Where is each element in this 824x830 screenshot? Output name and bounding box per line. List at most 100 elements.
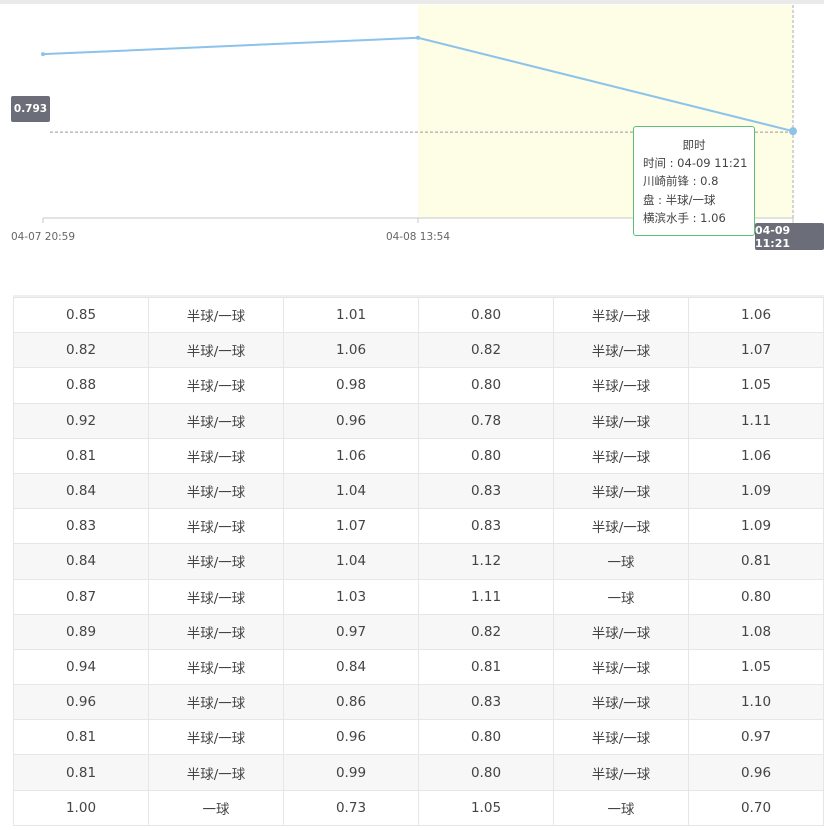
away-odds-cell: 1.04 xyxy=(283,543,419,580)
table-row: 0.94 半球/一球 0.84 0.81 半球/一球 1.05 xyxy=(13,648,824,686)
handicap-2-cell: 半球/一球 xyxy=(553,367,689,404)
handicap-2-cell: 半球/一球 xyxy=(553,472,689,510)
tooltip-title: 即时 xyxy=(682,138,706,152)
home-odds-cell: 0.82 xyxy=(13,332,149,369)
data-point xyxy=(416,35,420,40)
home-odds-2-cell: 0.80 xyxy=(418,437,554,474)
away-odds-cell: 1.06 xyxy=(283,332,419,369)
handicap-2-cell: 一球 xyxy=(553,543,689,580)
tooltip-line-home: 川崎前锋 : 0.8 xyxy=(643,174,719,189)
odds-table: 0.85 半球/一球 1.01 0.80 半球/一球 1.06 0.82 半球/一球 1.06 0… xyxy=(13,296,824,826)
away-odds-2-cell: 1.09 xyxy=(688,472,824,510)
home-odds-cell: 0.94 xyxy=(13,648,149,686)
table-row: 0.87 半球/一球 1.03 1.11 一球 0.80 xyxy=(13,578,824,615)
away-odds-cell: 0.84 xyxy=(283,648,419,686)
away-odds-cell: 0.98 xyxy=(283,367,419,404)
away-odds-cell: 1.06 xyxy=(283,437,419,474)
handicap-cell: 一球 xyxy=(148,789,284,826)
handicap-cell: 半球/一球 xyxy=(148,472,284,510)
home-odds-2-cell: 0.80 xyxy=(418,754,554,791)
home-odds-cell: 0.81 xyxy=(13,437,149,474)
home-odds-cell: 0.81 xyxy=(13,719,149,756)
away-odds-cell: 1.01 xyxy=(283,296,419,334)
away-odds-2-cell: 1.10 xyxy=(688,684,824,721)
table-row: 0.84 半球/一球 1.04 1.12 一球 0.81 xyxy=(13,543,824,580)
handicap-cell: 半球/一球 xyxy=(148,613,284,650)
home-odds-2-cell: 0.80 xyxy=(418,719,554,756)
handicap-2-cell: 半球/一球 xyxy=(553,508,689,545)
crosshair-y-label: 0.793 xyxy=(11,96,50,122)
away-odds-2-cell: 0.80 xyxy=(688,578,824,615)
handicap-2-cell: 一球 xyxy=(553,578,689,615)
home-odds-2-cell: 0.82 xyxy=(418,332,554,369)
home-odds-2-cell: 0.81 xyxy=(418,648,554,686)
away-odds-cell: 0.97 xyxy=(283,613,419,650)
table-row: 1.00 一球 0.73 1.05 一球 0.70 xyxy=(13,789,824,826)
away-odds-2-cell: 1.06 xyxy=(688,296,824,334)
home-odds-cell: 0.87 xyxy=(13,578,149,615)
away-odds-2-cell: 1.08 xyxy=(688,613,824,650)
away-odds-cell: 0.86 xyxy=(283,684,419,721)
handicap-cell: 半球/一球 xyxy=(148,648,284,686)
handicap-cell: 半球/一球 xyxy=(148,332,284,369)
away-odds-2-cell: 1.11 xyxy=(688,402,824,439)
home-odds-cell: 0.88 xyxy=(13,367,149,404)
home-odds-2-cell: 0.83 xyxy=(418,472,554,510)
tooltip-line-handicap: 盘 : 半球/一球 xyxy=(643,192,716,207)
home-odds-cell: 0.84 xyxy=(13,543,149,580)
handicap-2-cell: 半球/一球 xyxy=(553,684,689,721)
home-odds-cell: 0.92 xyxy=(13,402,149,439)
handicap-cell: 半球/一球 xyxy=(148,437,284,474)
home-odds-cell: 0.84 xyxy=(13,472,149,510)
handicap-cell: 半球/一球 xyxy=(148,296,284,334)
handicap-2-cell: 半球/一球 xyxy=(553,437,689,474)
home-odds-cell: 0.83 xyxy=(13,508,149,545)
data-point xyxy=(41,52,45,57)
away-odds-cell: 1.03 xyxy=(283,578,419,615)
handicap-cell: 半球/一球 xyxy=(148,508,284,545)
home-odds-cell: 0.81 xyxy=(13,754,149,791)
away-odds-2-cell: 0.96 xyxy=(688,754,824,791)
x-tick-label: 04-08 13:54 xyxy=(386,231,450,243)
handicap-cell: 半球/一球 xyxy=(148,543,284,580)
handicap-cell: 半球/一球 xyxy=(148,754,284,791)
home-odds-cell: 0.89 xyxy=(13,613,149,650)
away-odds-2-cell: 0.81 xyxy=(688,543,824,580)
away-odds-cell: 0.99 xyxy=(283,754,419,791)
table-row: 0.82 半球/一球 1.06 0.82 半球/一球 1.07 xyxy=(13,332,824,369)
table-row: 0.85 半球/一球 1.01 0.80 半球/一球 1.06 xyxy=(13,296,824,334)
away-odds-2-cell: 1.06 xyxy=(688,437,824,474)
away-odds-2-cell: 0.97 xyxy=(688,719,824,756)
away-odds-cell: 0.96 xyxy=(283,402,419,439)
handicap-cell: 半球/一球 xyxy=(148,578,284,615)
handicap-cell: 半球/一球 xyxy=(148,719,284,756)
home-odds-2-cell: 0.83 xyxy=(418,684,554,721)
home-odds-2-cell: 0.82 xyxy=(418,613,554,650)
away-odds-2-cell: 1.07 xyxy=(688,332,824,369)
data-point xyxy=(789,127,797,136)
home-odds-2-cell: 0.80 xyxy=(418,367,554,404)
away-odds-cell: 0.96 xyxy=(283,719,419,756)
handicap-2-cell: 半球/一球 xyxy=(553,332,689,369)
away-odds-cell: 1.04 xyxy=(283,472,419,510)
handicap-2-cell: 半球/一球 xyxy=(553,613,689,650)
away-odds-cell: 1.07 xyxy=(283,508,419,545)
handicap-2-cell: 半球/一球 xyxy=(553,719,689,756)
table-row: 0.88 半球/一球 0.98 0.80 半球/一球 1.05 xyxy=(13,367,824,404)
table-row: 0.81 半球/一球 1.06 0.80 半球/一球 1.06 xyxy=(13,437,824,474)
handicap-2-cell: 半球/一球 xyxy=(553,402,689,439)
handicap-2-cell: 半球/一球 xyxy=(553,648,689,686)
tooltip-line-time: 时间 : 04-09 11:21 xyxy=(643,156,748,171)
home-odds-2-cell: 0.78 xyxy=(418,402,554,439)
home-odds-cell: 0.96 xyxy=(13,684,149,721)
handicap-2-cell: 一球 xyxy=(553,789,689,826)
away-odds-2-cell: 1.09 xyxy=(688,508,824,545)
home-odds-cell: 0.85 xyxy=(13,296,149,334)
table-row: 0.81 半球/一球 0.96 0.80 半球/一球 0.97 xyxy=(13,719,824,756)
chart-tooltip: 即时 时间 : 04-09 11:21 川崎前锋 : 0.8 盘 : 半球/一球… xyxy=(633,126,755,236)
home-odds-2-cell: 0.83 xyxy=(418,508,554,545)
table-row: 0.92 半球/一球 0.96 0.78 半球/一球 1.11 xyxy=(13,402,824,439)
away-odds-2-cell: 0.70 xyxy=(688,789,824,826)
crosshair-x-label: 04-09 11:21 xyxy=(755,223,824,250)
away-odds-cell: 0.73 xyxy=(283,789,419,826)
